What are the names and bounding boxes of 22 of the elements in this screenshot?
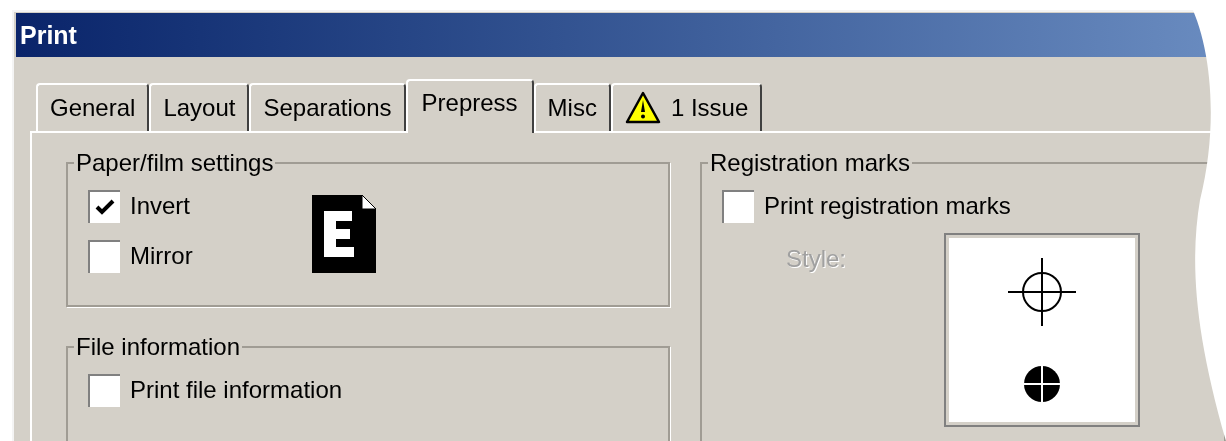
checkbox[interactable] [88,239,120,273]
checkbox[interactable] [722,189,754,223]
crosshair-icon[interactable] [1008,257,1077,326]
filled-target-icon[interactable] [1023,364,1062,403]
tab[interactable]: 1 Issue [610,83,763,131]
checkbox[interactable] [88,189,120,223]
checkbox-label[interactable]: Print registration marks [764,188,1011,224]
tab[interactable]: General [36,83,150,131]
group-title: Registration marks [709,148,912,178]
tab[interactable]: Separations [249,83,406,131]
checkbox-label[interactable]: Print file information [130,372,343,408]
checkmark-icon [95,198,115,216]
group-title: Paper/film settings [75,148,275,178]
tab[interactable]: Layout [149,83,250,131]
tab[interactable]: Misc [533,83,611,131]
checkbox-label[interactable]: Invert [130,188,191,224]
checkbox-label[interactable]: Mirror [130,238,193,274]
group-title: File information [75,332,242,362]
warning-icon [624,90,661,126]
tab[interactable]: Prepress [405,79,534,133]
window-title: Print [20,22,77,48]
checkbox[interactable] [88,373,120,407]
